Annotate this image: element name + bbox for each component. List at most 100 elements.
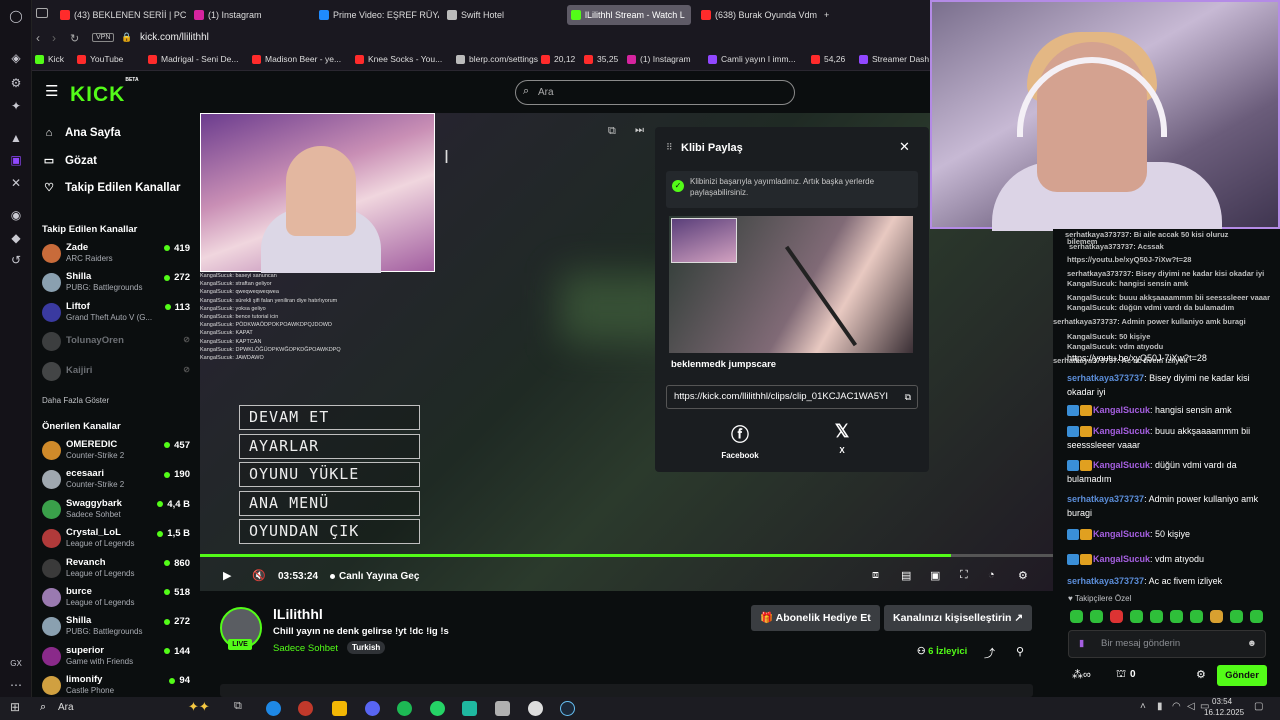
sidebar-channel[interactable]: Revanch League of Legends 860 xyxy=(42,557,190,581)
app-icon-3[interactable] xyxy=(528,701,543,716)
channel-name[interactable]: lLilithhl xyxy=(273,606,323,622)
sidebar-channel[interactable]: TolunayOren ⊘ xyxy=(42,330,190,354)
clock-date[interactable]: 16.12.2025 xyxy=(1204,708,1244,717)
chat-username[interactable]: serhatkaya373737 xyxy=(1067,373,1144,383)
nav-home[interactable]: ⌂ Ana Sayfa xyxy=(42,127,121,139)
clock-time[interactable]: 03:54 xyxy=(1212,697,1232,706)
chat-settings-icon[interactable]: ⚙ xyxy=(1196,668,1206,681)
sidebar-channel[interactable]: burce League of Legends 518 xyxy=(42,586,190,610)
bookmark-item[interactable]: blerp.com/settings xyxy=(456,54,538,64)
player-icon[interactable]: ◉ xyxy=(8,207,24,223)
cleaner-icon[interactable]: ✦ xyxy=(8,98,24,114)
url-field[interactable]: kick.com/llilithhl xyxy=(140,32,209,43)
profile-icon[interactable]: ⚲ xyxy=(1016,645,1024,658)
opera-menu-icon[interactable]: ◯ xyxy=(8,8,24,24)
bookmark-item[interactable]: Camli yayın I imm... xyxy=(708,54,796,64)
speed-dial-icon[interactable]: ◈ xyxy=(8,50,24,66)
taskbar-search[interactable]: Ara xyxy=(58,702,74,713)
language-tag[interactable]: Turkish xyxy=(347,641,386,654)
taskbar-search-icon[interactable]: ⌕ xyxy=(40,701,46,714)
sidebar-channel[interactable]: limonify Castle Phone 94 xyxy=(42,674,190,698)
tab-3[interactable]: Swift Hotel xyxy=(443,5,563,25)
bookmark-item[interactable]: (1) Instagram xyxy=(627,54,691,64)
steam-icon[interactable] xyxy=(560,701,575,716)
tab-1[interactable]: (1) Instagram xyxy=(190,5,294,25)
sidebar-channel[interactable]: Swaggybark Sadece Sohbet 4,4 B xyxy=(42,498,190,522)
tab-0[interactable]: (43) BEKLENEN SERİİ | PC xyxy=(56,5,206,25)
emote-icon[interactable] xyxy=(1150,610,1163,623)
chat-input[interactable]: ▮ Bir mesaj gönderin ☻ xyxy=(1068,630,1266,658)
task-view-icon[interactable]: ⧉ xyxy=(234,700,242,713)
customize-channel-button[interactable]: Kanalınızı kişiselleştirin ↗ xyxy=(884,605,1033,631)
app-icon-2[interactable] xyxy=(495,701,510,716)
spotify-icon[interactable] xyxy=(397,701,412,716)
emote-icon[interactable] xyxy=(1230,610,1243,623)
copy-icon[interactable]: ⧉ xyxy=(905,386,911,408)
emote-icon[interactable] xyxy=(1110,610,1123,623)
drag-handle-icon[interactable]: ⠿ xyxy=(666,142,673,153)
go-live-button[interactable]: Canlı Yayına Geç xyxy=(330,571,419,582)
send-button[interactable]: Gönder xyxy=(1217,665,1267,686)
tab-5[interactable]: (638) Burak Oyunda Vdm xyxy=(697,5,817,25)
emote-icon[interactable] xyxy=(1210,610,1223,623)
bookmark-item[interactable]: Kick xyxy=(35,54,64,64)
emote-icon[interactable] xyxy=(1170,610,1183,623)
chat-username[interactable]: KangalSucuk xyxy=(1093,554,1150,564)
speed-icon[interactable]: ◔ xyxy=(988,569,995,581)
chat-username[interactable]: serhatkaya373737 xyxy=(1067,494,1144,504)
sidebar-channel[interactable]: Shilla PUBG: Battlegrounds 272 xyxy=(42,271,190,295)
wifi-icon[interactable]: ◠ xyxy=(1172,701,1181,712)
whatsapp-icon[interactable] xyxy=(430,701,445,716)
notification-icon[interactable]: ▢ xyxy=(1254,701,1263,712)
sidebar-channel[interactable]: OMEREDIC Counter-Strike 2 457 xyxy=(42,439,190,463)
bookmark-item[interactable]: 54,26 xyxy=(811,54,845,64)
points-icon[interactable]: ⛫ xyxy=(1116,668,1126,682)
file-explorer-icon[interactable] xyxy=(332,701,347,716)
hamburger-icon[interactable]: ☰ xyxy=(45,82,58,100)
mic-icon[interactable]: ▮ xyxy=(1079,631,1084,657)
clip-thumbnail[interactable] xyxy=(669,216,913,353)
bookmark-item[interactable]: 35,25 xyxy=(584,54,618,64)
aria-icon[interactable]: ▲ xyxy=(8,130,24,146)
pin-icon[interactable]: ◆ xyxy=(8,230,24,246)
settings-icon[interactable]: ⚙ xyxy=(1018,569,1028,582)
category-link[interactable]: Sadece Sohbet xyxy=(273,643,338,654)
infinity-icon[interactable]: ⁂∞ xyxy=(1072,668,1091,681)
history-icon[interactable]: ↺ xyxy=(8,252,24,268)
edge-icon[interactable] xyxy=(266,701,281,716)
chat-username[interactable]: KangalSucuk xyxy=(1093,529,1150,539)
popout-icon[interactable]: ⧉ xyxy=(608,125,616,138)
close-icon[interactable]: ✕ xyxy=(899,139,910,155)
clip-url-field[interactable]: https://kick.com/llilithhl/clips/clip_01… xyxy=(666,385,918,409)
progress-bar[interactable] xyxy=(200,554,1053,557)
mute-icon[interactable]: 🔇 xyxy=(252,569,266,582)
app-icon[interactable] xyxy=(462,701,477,716)
sidebar-channel[interactable]: Liftof Grand Theft Auto V (G... 113 xyxy=(42,301,190,325)
emote-icon[interactable] xyxy=(1250,610,1263,623)
sidebar-channel[interactable]: Zade ARC Raiders 419 xyxy=(42,242,190,266)
new-tab-button[interactable]: + xyxy=(820,5,829,25)
bookmark-item[interactable]: Knee Socks - You... xyxy=(355,54,442,64)
emote-icon[interactable] xyxy=(1130,610,1143,623)
tab-2[interactable]: Prime Video: EŞREF RÜYA xyxy=(315,5,439,25)
emote-icon[interactable] xyxy=(1190,610,1203,623)
tab-menu-icon[interactable] xyxy=(36,8,48,18)
reload-icon[interactable]: ↻ xyxy=(70,32,79,45)
mic-tray-icon[interactable]: ▮ xyxy=(1157,701,1163,712)
fullscreen-icon[interactable]: ⛶ xyxy=(960,569,968,582)
sidebar-channel[interactable]: ecesaari Counter-Strike 2 190 xyxy=(42,468,190,492)
emote-icon[interactable] xyxy=(1070,610,1083,623)
share-x-button[interactable]: 𝕏X xyxy=(822,421,862,455)
vpn-badge[interactable]: VPN xyxy=(92,33,115,42)
theater-icon[interactable]: ▤ xyxy=(901,569,911,582)
sidebar-channel[interactable]: superior Game with Friends 144 xyxy=(42,645,190,669)
gift-sub-button[interactable]: 🎁 Abonelik Hediye Et xyxy=(751,605,880,631)
nav-following[interactable]: ♡ Takip Edilen Kanallar xyxy=(42,181,180,194)
chat-username[interactable]: serhatkaya373737 xyxy=(1067,576,1144,586)
bookmark-item[interactable]: Madison Beer - ye... xyxy=(252,54,341,64)
show-more-link[interactable]: Daha Fazla Göster xyxy=(42,396,109,405)
chat-username[interactable]: KangalSucuk xyxy=(1093,405,1150,415)
chat-username[interactable]: KangalSucuk xyxy=(1093,426,1150,436)
opera-gx-icon[interactable] xyxy=(298,701,313,716)
tray-chevron-icon[interactable]: ˄ xyxy=(1140,701,1146,712)
